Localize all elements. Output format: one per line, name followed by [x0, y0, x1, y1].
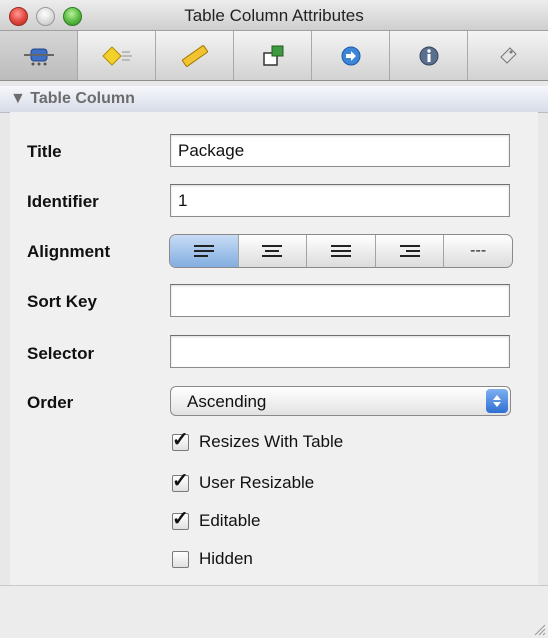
align-right-button[interactable]: [376, 235, 445, 267]
tab-attributes[interactable]: [0, 31, 78, 80]
user-resizable-checkbox[interactable]: ✓: [172, 471, 189, 492]
ruler-icon: [181, 44, 208, 67]
hidden-option[interactable]: Hidden: [172, 548, 253, 570]
align-right-icon: [399, 245, 420, 257]
editable-label: Editable: [199, 511, 261, 530]
tab-identity[interactable]: [468, 31, 546, 80]
resize-grip-icon[interactable]: [532, 622, 546, 636]
align-center-icon: [262, 245, 283, 257]
info-icon: [419, 46, 438, 65]
hidden-label: Hidden: [199, 549, 253, 568]
editable-option[interactable]: ✓ Editable: [172, 509, 261, 532]
tab-bindings[interactable]: [312, 31, 390, 80]
identifier-label: Identifier: [27, 192, 99, 211]
resizes-with-table-checkbox[interactable]: ✓: [172, 430, 189, 451]
resizes-with-table-option[interactable]: ✓ Resizes With Table: [172, 430, 344, 453]
tab-effects[interactable]: [78, 31, 156, 80]
align-natural-button[interactable]: ---: [444, 235, 512, 267]
user-resizable-option[interactable]: ✓ User Resizable: [172, 471, 315, 494]
editable-checkbox[interactable]: ✓: [172, 509, 189, 530]
window-title: Table Column Attributes: [184, 6, 364, 25]
title-field[interactable]: Package: [170, 134, 510, 167]
section-header-table-column[interactable]: ▼ Table Column: [0, 86, 548, 113]
checkmark-icon: ✓: [172, 507, 189, 530]
attributes-icon: [23, 48, 54, 65]
checkmark-icon: ✓: [172, 428, 189, 451]
bottom-bar: [0, 585, 548, 638]
sort-key-field[interactable]: [170, 284, 510, 317]
align-natural-label: ---: [470, 242, 487, 259]
hidden-checkbox[interactable]: [172, 550, 189, 568]
checkmark-icon: ✓: [172, 469, 189, 492]
tab-size[interactable]: [156, 31, 234, 80]
section-title: ▼ Table Column: [10, 90, 135, 107]
order-value: Ascending: [187, 392, 267, 411]
effects-diamond-icon: [101, 45, 132, 66]
selector-field[interactable]: [170, 335, 510, 368]
tab-connections[interactable]: [234, 31, 312, 80]
tab-info[interactable]: [390, 31, 468, 80]
align-justified-icon: [330, 245, 351, 257]
popup-arrows-icon: [486, 389, 508, 413]
inspector-toolbar: [0, 31, 548, 81]
alignment-label: Alignment: [27, 242, 111, 261]
align-left-icon: [193, 245, 214, 257]
bindings-arrow-icon: [341, 46, 360, 65]
align-center-button[interactable]: [239, 235, 308, 267]
alignment-control: ---: [169, 234, 513, 268]
align-left-button[interactable]: [170, 235, 239, 267]
sort-key-label: Sort Key: [27, 292, 97, 311]
title-bar: Table Column Attributes: [0, 0, 548, 31]
identifier-field[interactable]: 1: [170, 184, 510, 217]
user-resizable-label: User Resizable: [199, 473, 315, 492]
align-justified-button[interactable]: [307, 235, 376, 267]
identity-icon: [500, 46, 517, 64]
title-label: Title: [27, 142, 62, 161]
connections-icon: [262, 45, 283, 66]
resizes-with-table-label: Resizes With Table: [199, 432, 344, 451]
order-popup[interactable]: Ascending: [170, 386, 511, 416]
selector-label: Selector: [27, 344, 95, 363]
order-label: Order: [27, 393, 74, 412]
